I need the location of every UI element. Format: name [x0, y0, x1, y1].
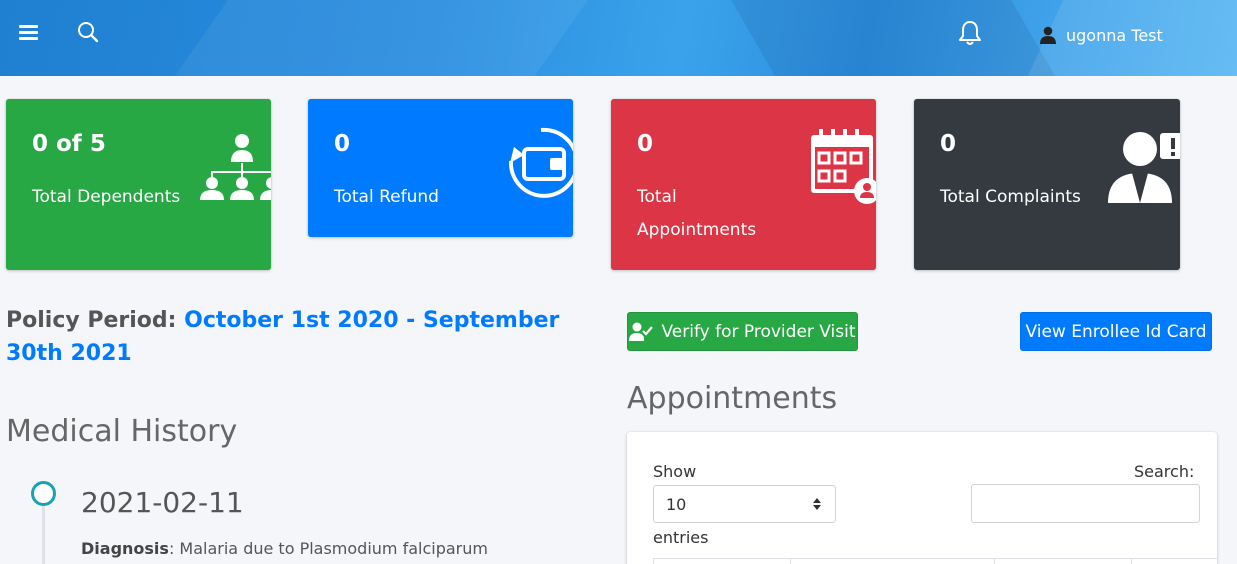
stat-value: 0	[940, 131, 957, 157]
appointments-search-input[interactable]	[971, 484, 1200, 523]
wallet-refund-icon	[508, 127, 573, 198]
stat-box-complaints[interactable]: 0 Total Complaints	[914, 99, 1180, 270]
menu-icon[interactable]	[16, 20, 42, 46]
diagnosis-value: Malaria due to Plasmodium falciparum	[179, 539, 488, 558]
user-complaint-icon	[1108, 132, 1180, 203]
dependents-tree-icon	[200, 134, 271, 200]
history-date: 2021-02-11	[81, 486, 244, 519]
timeline-dot	[31, 481, 56, 506]
verify-label: Verify for Provider Visit	[661, 321, 856, 342]
calendar-user-icon	[811, 129, 876, 204]
view-id-card-button[interactable]: View Enrollee Id Card	[1020, 312, 1212, 351]
top-navbar: ugonna Test	[0, 0, 1237, 76]
page-size-select[interactable]: 10	[653, 485, 836, 523]
stat-box-dependents[interactable]: 0 of 5 Total Dependents	[6, 99, 271, 270]
policy-label: Policy Period:	[6, 308, 177, 333]
stat-value: 0	[637, 131, 654, 157]
user-check-icon	[629, 322, 654, 341]
appointments-table-header	[653, 558, 1217, 564]
user-icon	[1040, 26, 1056, 44]
stat-label: Total Complaints	[940, 187, 1081, 207]
stat-value: 0	[334, 131, 351, 157]
idcard-label: View Enrollee Id Card	[1025, 321, 1207, 342]
user-name: ugonna Test	[1066, 25, 1163, 45]
bell-icon[interactable]	[955, 18, 985, 48]
stat-box-appointments[interactable]: 0 Total Appointments	[611, 99, 876, 270]
stat-label: Total Dependents	[32, 187, 181, 207]
stat-label: Total Refund	[334, 187, 439, 207]
verify-provider-visit-button[interactable]: Verify for Provider Visit	[627, 312, 858, 351]
select-arrows-icon	[813, 498, 821, 510]
entries-label: entries	[653, 528, 709, 547]
timeline-line	[42, 502, 45, 564]
stat-label: Total Appointments	[637, 187, 757, 240]
stat-value: 0 of 5	[32, 131, 106, 157]
medical-history-title: Medical History	[6, 414, 238, 449]
diagnosis-label: Diagnosis	[81, 539, 169, 558]
history-diagnosis: Diagnosis: Malaria due to Plasmodium fal…	[81, 539, 488, 558]
search-icon[interactable]	[74, 18, 102, 46]
policy-period: Policy Period: October 1st 2020 - Septem…	[6, 304, 566, 370]
show-label: Show	[653, 462, 697, 481]
page-size-value: 10	[666, 495, 687, 514]
appointments-title: Appointments	[627, 381, 838, 416]
search-label: Search:	[1134, 462, 1195, 481]
user-menu[interactable]: ugonna Test	[1040, 22, 1163, 48]
stat-box-refund[interactable]: 0 Total Refund	[308, 99, 573, 237]
appointments-card: Show 10 entries Search:	[627, 432, 1217, 564]
